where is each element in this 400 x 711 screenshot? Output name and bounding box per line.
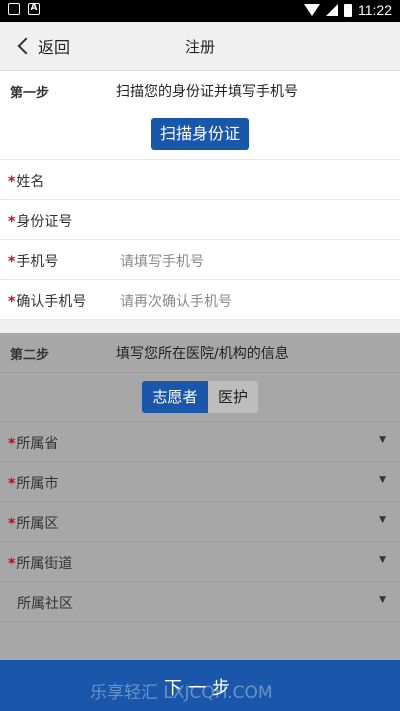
city-select[interactable]: *所属市 ▼	[0, 462, 400, 502]
next-step-button[interactable]: 下一步	[0, 674, 400, 700]
province-select[interactable]: *所属省 ▼	[0, 422, 400, 462]
required-mark: *	[8, 516, 16, 532]
id-number-field[interactable]: *身份证号	[0, 200, 400, 240]
system-icons: 11:22	[304, 2, 392, 18]
status-time: 11:22	[358, 2, 392, 18]
signal-icon	[326, 4, 338, 16]
dropdown-arrow-icon: ▼	[379, 475, 386, 485]
street-select[interactable]: *所属街道 ▼	[0, 542, 400, 582]
step2-label: 第二步	[10, 348, 50, 363]
required-mark: *	[8, 476, 16, 492]
status-bar: A 11:22	[0, 0, 400, 22]
title-bar: 返回 注册	[0, 22, 400, 71]
required-mark: *	[8, 174, 16, 190]
phone-input[interactable]: 请填写手机号	[120, 251, 204, 271]
phone-field[interactable]: *手机号 请填写手机号	[0, 240, 400, 280]
phone-label: 手机号	[16, 254, 59, 270]
required-mark: *	[8, 556, 16, 572]
step1-header: 第一步 扫描您的身份证并填写手机号	[0, 71, 400, 111]
confirm-phone-field[interactable]: *确认手机号 请再次确认手机号	[0, 280, 400, 320]
scan-row: 扫描身份证	[0, 110, 400, 160]
district-label: 所属区	[16, 516, 59, 532]
id-number-label: 身份证号	[16, 214, 73, 230]
city-label: 所属市	[16, 476, 59, 492]
required-mark: *	[8, 214, 16, 230]
dropdown-arrow-icon: ▼	[379, 595, 386, 605]
notification-icons: A	[8, 3, 40, 15]
page-title: 注册	[184, 38, 215, 56]
dropdown-arrow-icon: ▼	[379, 515, 386, 525]
district-select[interactable]: *所属区 ▼	[0, 502, 400, 542]
step2-text: 填写您所在医院/机构的信息	[116, 346, 289, 362]
required-mark: *	[8, 254, 16, 270]
required-mark: *	[8, 294, 16, 310]
step1-text: 扫描您的身份证并填写手机号	[116, 84, 298, 100]
province-label: 所属省	[16, 436, 59, 452]
dropdown-arrow-icon: ▼	[379, 555, 386, 565]
volunteer-tab[interactable]: 志愿者	[142, 381, 208, 413]
wifi-icon	[304, 4, 320, 16]
name-field[interactable]: *姓名	[0, 160, 400, 200]
footer-bar: 乐享轻汇 LXJCQH.COM 下一步	[0, 660, 400, 711]
street-label: 所属街道	[16, 556, 73, 572]
step2-header: 第二步 填写您所在医院/机构的信息	[0, 333, 400, 373]
notification-icon	[8, 3, 20, 15]
notification-a-icon: A	[28, 3, 40, 15]
name-label: 姓名	[16, 174, 45, 190]
step1-label: 第一步	[10, 86, 50, 101]
required-mark: *	[8, 436, 16, 452]
community-select[interactable]: 所属社区 ▼	[0, 582, 400, 622]
scan-id-card-button[interactable]: 扫描身份证	[151, 118, 249, 150]
battery-icon	[344, 3, 352, 17]
confirm-phone-input[interactable]: 请再次确认手机号	[120, 291, 232, 311]
dropdown-arrow-icon: ▼	[379, 435, 386, 445]
community-label: 所属社区	[17, 596, 73, 612]
role-toggle: 志愿者 医护	[0, 373, 400, 422]
medical-staff-tab[interactable]: 医护	[208, 381, 258, 413]
confirm-phone-label: 确认手机号	[16, 294, 87, 310]
step2-section: 第二步 填写您所在医院/机构的信息 志愿者 医护 *所属省 ▼ *所属市 ▼ *…	[0, 333, 400, 660]
